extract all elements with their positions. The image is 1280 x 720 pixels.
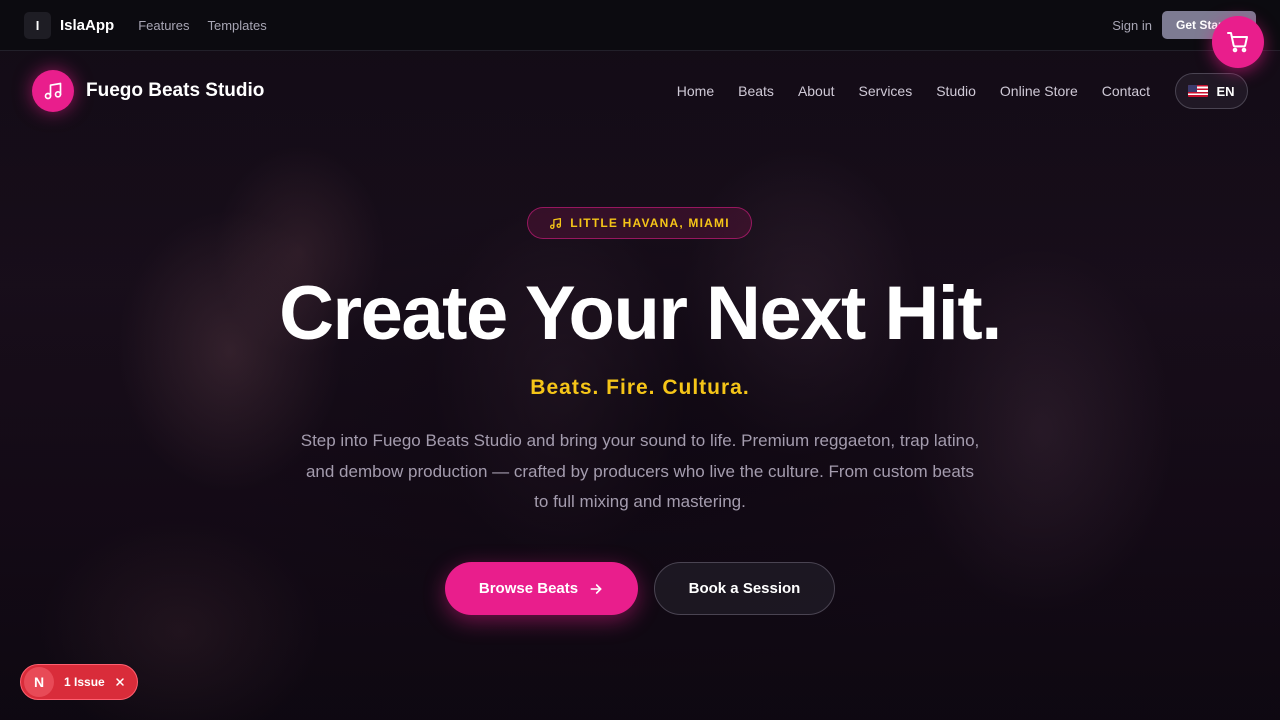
location-badge-label: LITTLE HAVANA, MIAMI [570,216,730,230]
arrow-right-icon [590,583,602,594]
platform-nav-templates[interactable]: Templates [208,18,267,33]
cart-button[interactable] [1212,16,1264,68]
nav-home[interactable]: Home [677,83,714,99]
site-nav: Home Beats About Services Studio Online … [677,73,1248,109]
book-session-label: Book a Session [688,580,801,597]
location-badge: LITTLE HAVANA, MIAMI [527,207,752,239]
site-name[interactable]: Fuego Beats Studio [86,80,264,102]
browse-beats-button[interactable]: Browse Beats [445,562,638,615]
language-label: EN [1216,83,1235,99]
hero-tagline: Beats. Fire. Cultura. [530,376,750,399]
platform-logo-letter: I [35,17,40,33]
dev-issues-pill[interactable]: N 1 Issue [20,664,138,700]
nav-contact[interactable]: Contact [1102,83,1150,99]
browse-beats-label: Browse Beats [478,580,579,597]
issues-count[interactable]: 1 Issue [64,675,105,689]
platform-nav-features[interactable]: Features [138,18,189,33]
page: I IslaApp Features Templates Sign in Get… [0,0,1280,720]
next-logo-icon: N [24,667,54,697]
nav-about[interactable]: About [798,83,835,99]
nav-beats[interactable]: Beats [738,83,774,99]
platform-brand[interactable]: IslaApp [60,17,114,34]
us-flag-icon [1188,85,1209,97]
platform-logo[interactable]: I [24,11,51,39]
next-logo-letter: N [33,674,45,690]
cart-icon [1227,32,1248,53]
nav-services[interactable]: Services [859,83,913,99]
nav-studio[interactable]: Studio [936,83,976,99]
hero-title: Create Your Next Hit. [279,271,1002,356]
signin-link[interactable]: Sign in [1112,18,1152,33]
close-icon[interactable] [114,676,126,688]
music-note-icon [550,217,562,229]
site-header: Fuego Beats Studio Home Beats About Serv… [0,51,1280,131]
music-note-icon [44,82,62,100]
platform-topbar: I IslaApp Features Templates Sign in Get… [0,0,1280,51]
hero-description: Step into Fuego Beats Studio and bring y… [300,431,980,511]
book-session-button[interactable]: Book a Session [654,562,835,615]
nav-online-store[interactable]: Online Store [1000,83,1078,99]
language-selector[interactable]: EN [1175,73,1248,109]
site-logo[interactable] [32,70,74,112]
